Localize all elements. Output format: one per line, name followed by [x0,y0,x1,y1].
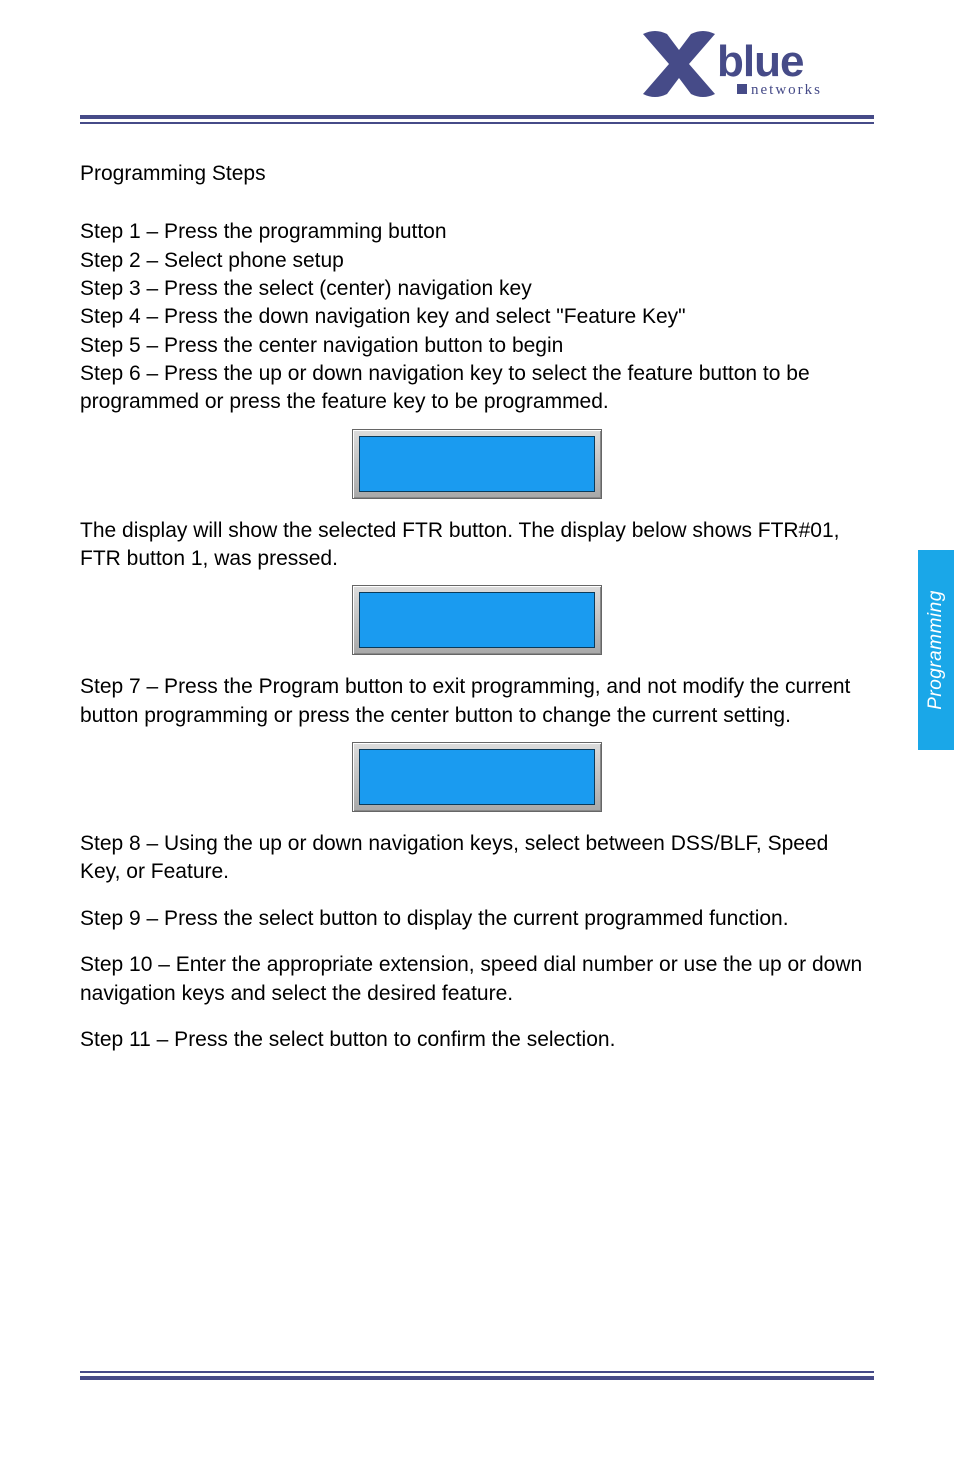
step-line: Step 5 – Press the center navigation but… [80,332,874,360]
section-tab-programming: Programming [918,550,954,750]
page-title: Programming Steps [80,160,874,188]
document-body: Programming Steps Step 1 – Press the pro… [80,160,874,1054]
steps-group-1: Step 1 – Press the programming button St… [80,218,874,416]
header-rule [80,115,874,124]
step-line: Step 9 – Press the select button to disp… [80,905,874,933]
step-line: Step 10 – Enter the appropriate extensio… [80,951,874,1008]
phone-display-illustration [352,585,602,655]
phone-display-illustration [352,742,602,812]
step-line: Step 3 – Press the select (center) navig… [80,275,874,303]
phone-display-screen [359,436,595,492]
svg-text:blue: blue [717,37,803,86]
svg-text:networks: networks [751,82,822,98]
phone-display-illustration [352,429,602,499]
step-line: Step 8 – Using the up or down navigation… [80,830,874,887]
step-line: Step 2 – Select phone setup [80,247,874,275]
section-tab-label: Programming [925,590,947,710]
step-line: Step 4 – Press the down navigation key a… [80,303,874,331]
step-line: Step 11 – Press the select button to con… [80,1026,874,1054]
step-line: Step 1 – Press the programming button [80,218,874,246]
phone-display-screen [359,749,595,805]
footer-rule [80,1371,874,1380]
paragraph: The display will show the selected FTR b… [80,517,874,574]
phone-display-screen [359,592,595,648]
brand-logo: blue networks [639,30,859,108]
step-line: Step 7 – Press the Program button to exi… [80,673,874,730]
step-line: Step 6 – Press the up or down navigation… [80,360,874,417]
